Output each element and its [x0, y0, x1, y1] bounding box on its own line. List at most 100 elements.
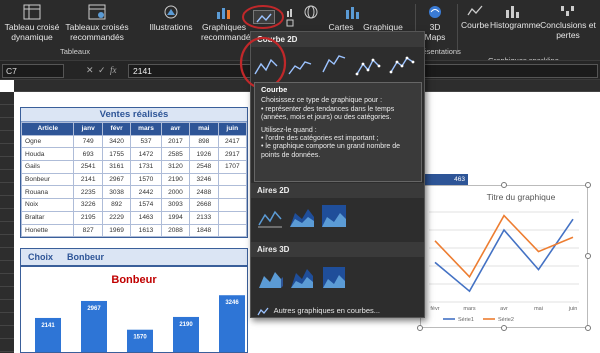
value-cell[interactable]: 2000: [160, 185, 191, 200]
pivot-chart-button[interactable]: [322, 4, 384, 22]
article-cell[interactable]: Braltar: [20, 210, 75, 225]
table-row[interactable]: Ogne 749 3420 537 2017 898 2417: [20, 134, 248, 149]
resize-handle[interactable]: [501, 182, 507, 188]
value-cell[interactable]: 1926: [189, 147, 219, 162]
row-header[interactable]: [0, 300, 14, 313]
value-cell[interactable]: [217, 210, 248, 225]
maps-button[interactable]: [300, 4, 322, 22]
pivot-table-button[interactable]: Tableau croisé dynamique: [4, 4, 60, 42]
value-cell[interactable]: 537: [130, 134, 162, 149]
area-chart-thumb[interactable]: [257, 203, 283, 229]
table-row[interactable]: Noix 3226 892 1574 3093 2668: [20, 198, 248, 212]
value-cell[interactable]: 2488: [189, 185, 219, 200]
value-cell[interactable]: 3420: [101, 134, 132, 149]
table-header-cell[interactable]: janv: [73, 122, 103, 136]
article-cell[interactable]: Noix: [20, 198, 75, 212]
article-cell[interactable]: Gails: [20, 160, 75, 174]
value-cell[interactable]: 693: [73, 147, 103, 162]
table-header-cell[interactable]: juin: [217, 122, 248, 136]
value-cell[interactable]: 2229: [101, 210, 132, 225]
value-cell[interactable]: 3120: [160, 160, 191, 174]
line-chart-thumb[interactable]: [355, 52, 381, 78]
value-cell[interactable]: 2017: [160, 134, 191, 149]
value-cell[interactable]: [217, 185, 248, 200]
row-header[interactable]: [0, 222, 14, 235]
illustrations-button[interactable]: Illustrations: [148, 4, 194, 32]
value-cell[interactable]: 2141: [73, 172, 103, 187]
resize-handle[interactable]: [585, 253, 591, 259]
table-row[interactable]: Honette 827 1969 1613 2088 1848: [20, 223, 248, 238]
article-cell[interactable]: Rouana: [20, 185, 75, 200]
row-header[interactable]: [0, 170, 14, 183]
value-cell[interactable]: [217, 172, 248, 187]
row-header[interactable]: [0, 261, 14, 274]
row-header[interactable]: [0, 105, 14, 118]
value-cell[interactable]: 1731: [130, 160, 162, 174]
area-100-3d-thumb[interactable]: [321, 264, 347, 290]
value-cell[interactable]: 1613: [130, 223, 162, 238]
value-cell[interactable]: 827: [73, 223, 103, 238]
table-header-cell[interactable]: févr: [101, 122, 132, 136]
table-row[interactable]: Rouana 2235 3038 2442 2000 2488: [20, 185, 248, 200]
value-cell[interactable]: 3226: [73, 198, 103, 212]
area-3d-thumb[interactable]: [257, 264, 283, 290]
value-cell[interactable]: 2541: [73, 160, 103, 174]
area-100-thumb[interactable]: [321, 203, 347, 229]
value-cell[interactable]: 2195: [73, 210, 103, 225]
article-cell[interactable]: Ogne: [20, 134, 75, 149]
confirm-icon[interactable]: ✓: [98, 65, 106, 76]
value-cell[interactable]: 1472: [130, 147, 162, 162]
row-header[interactable]: [0, 287, 14, 300]
table-row[interactable]: Gails 2541 3161 1731 3120 2548 1707: [20, 160, 248, 174]
value-cell[interactable]: 2088: [160, 223, 191, 238]
row-header[interactable]: [0, 235, 14, 248]
row-header[interactable]: [0, 92, 14, 105]
value-cell[interactable]: 2967: [101, 172, 132, 187]
value-cell[interactable]: 1463: [130, 210, 162, 225]
row-header[interactable]: [0, 118, 14, 131]
article-cell[interactable]: Bonbeur: [20, 172, 75, 187]
value-cell[interactable]: 2133: [189, 210, 219, 225]
value-cell[interactable]: 1574: [130, 198, 162, 212]
value-cell[interactable]: 1994: [160, 210, 191, 225]
sparkline-line-button[interactable]: Courbe: [461, 4, 489, 30]
row-header[interactable]: [0, 196, 14, 209]
value-cell[interactable]: [217, 198, 248, 212]
value-cell[interactable]: 2417: [217, 134, 248, 149]
line-chart-thumb[interactable]: [287, 52, 313, 78]
resize-handle[interactable]: [501, 325, 507, 331]
value-cell[interactable]: 1570: [130, 172, 162, 187]
value-cell[interactable]: 1755: [101, 147, 132, 162]
value-cell[interactable]: [217, 223, 248, 238]
value-cell[interactable]: 749: [73, 134, 103, 149]
value-cell[interactable]: 892: [101, 198, 132, 212]
value-cell[interactable]: 1969: [101, 223, 132, 238]
table-row[interactable]: Braltar 2195 2229 1463 1994 2133: [20, 210, 248, 225]
sparkline-winloss-button[interactable]: Conclusions et pertes: [537, 4, 599, 40]
row-header[interactable]: [0, 274, 14, 287]
table-row[interactable]: Houda 693 1755 1472 2585 1926 2917: [20, 147, 248, 162]
value-cell[interactable]: 2442: [130, 185, 162, 200]
row-header[interactable]: [0, 248, 14, 261]
row-header[interactable]: [0, 326, 14, 339]
bar-chart[interactable]: Bonbeur 2141 2967 1570 2190 3246: [20, 266, 248, 353]
line-chart-thumb[interactable]: [389, 52, 415, 78]
value-cell[interactable]: 2235: [73, 185, 103, 200]
value-cell[interactable]: 3093: [160, 198, 191, 212]
value-cell[interactable]: 2190: [160, 172, 191, 187]
value-cell[interactable]: 1848: [189, 223, 219, 238]
name-box[interactable]: C7: [2, 64, 64, 78]
function-icon[interactable]: fx: [110, 65, 117, 75]
value-cell[interactable]: 1707: [217, 160, 248, 174]
more-line-charts-link[interactable]: Autres graphiques en courbes...: [257, 306, 380, 316]
table-header-cell[interactable]: Article: [20, 122, 75, 136]
value-cell[interactable]: 3038: [101, 185, 132, 200]
bar[interactable]: [127, 329, 153, 353]
choice-value[interactable]: Bonbeur: [67, 252, 104, 262]
line-chart-thumb[interactable]: [321, 52, 347, 78]
table-header-cell[interactable]: avr: [160, 122, 191, 136]
article-cell[interactable]: Honette: [20, 223, 75, 238]
table-row[interactable]: Bonbeur 2141 2967 1570 2190 3246: [20, 172, 248, 187]
more-charts-icons[interactable]: [286, 8, 294, 28]
resize-handle[interactable]: [585, 182, 591, 188]
